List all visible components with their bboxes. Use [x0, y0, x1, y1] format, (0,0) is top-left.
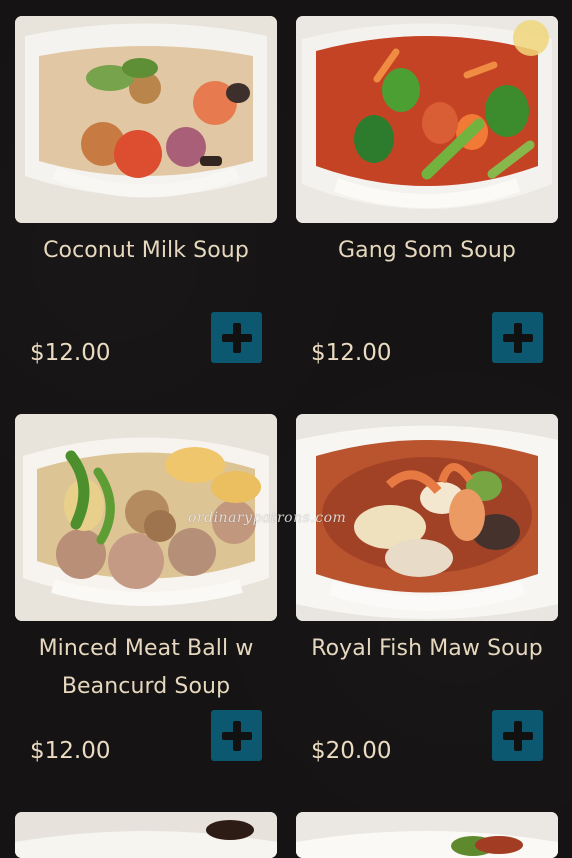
menu-card[interactable]: Royal Fish Maw Soup $20.00	[296, 414, 558, 784]
dish-price: $12.00	[30, 738, 111, 764]
menu-card[interactable]: Minced Meat Ball w Beancurd Soup $12.00	[15, 414, 277, 784]
add-to-cart-button[interactable]	[211, 710, 262, 761]
menu-card[interactable]	[15, 812, 277, 858]
dish-title: Coconut Milk Soup	[43, 238, 249, 263]
plus-icon	[502, 322, 533, 353]
menu-card[interactable]: Gang Som Soup $12.00	[296, 16, 558, 386]
dish-price: $12.00	[311, 340, 392, 366]
add-to-cart-button[interactable]	[492, 312, 543, 363]
gang-som-soup-image[interactable]	[296, 16, 558, 223]
menu-card[interactable]: Coconut Milk Soup $12.00	[15, 16, 277, 386]
watermark-text: ordinarypatrons.com	[188, 510, 347, 526]
add-to-cart-button[interactable]	[211, 312, 262, 363]
plus-icon	[221, 322, 252, 353]
dish-title: Royal Fish Maw Soup	[311, 636, 543, 661]
dish-title: Gang Som Soup	[338, 238, 516, 263]
partial-dish-image[interactable]	[296, 812, 558, 858]
menu-card[interactable]	[296, 812, 558, 858]
dish-price: $20.00	[311, 738, 392, 764]
menu-page: Coconut Milk Soup $12.00 Gang Som Soup $…	[0, 0, 572, 858]
dish-price: $12.00	[30, 340, 111, 366]
dish-title: Minced Meat Ball w Beancurd Soup	[38, 636, 254, 699]
plus-icon	[221, 720, 252, 751]
coconut-milk-soup-image[interactable]	[15, 16, 277, 223]
add-to-cart-button[interactable]	[492, 710, 543, 761]
partial-dish-image[interactable]	[15, 812, 277, 858]
plus-icon	[502, 720, 533, 751]
